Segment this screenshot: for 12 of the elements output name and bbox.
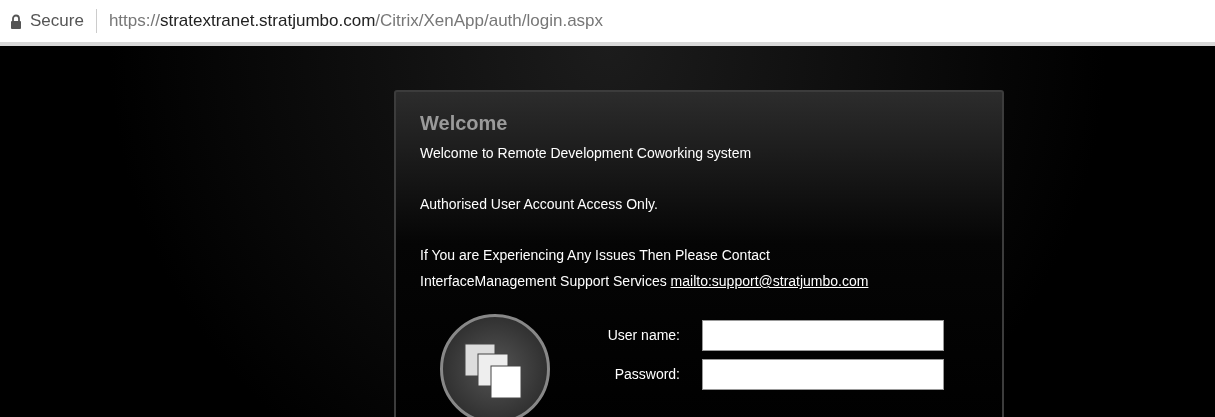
field-label: User name:	[606, 326, 680, 345]
security-label: Secure	[30, 10, 84, 33]
lock-icon	[10, 13, 22, 29]
email-link[interactable]: mailto:support@stratjumbo.com	[670, 273, 869, 289]
paragraph: Authorised User Account Access Only.	[420, 195, 658, 214]
paragraph: If You are Experiencing Any Issues Then Please Contact InterfaceManagement Support Services mailto:support@stratjumbo.com	[420, 246, 870, 291]
panel-title: Welcome	[420, 111, 509, 136]
url-text[interactable]: https://stratextranet.stratjumbo.com/Citrix/XenApp/auth/login.aspx	[108, 8, 604, 34]
input-field[interactable]	[702, 320, 944, 351]
field-label: Password:	[613, 365, 680, 384]
input-field[interactable]	[702, 359, 944, 390]
paragraph: Welcome to Remote Development Coworking system	[420, 144, 752, 163]
